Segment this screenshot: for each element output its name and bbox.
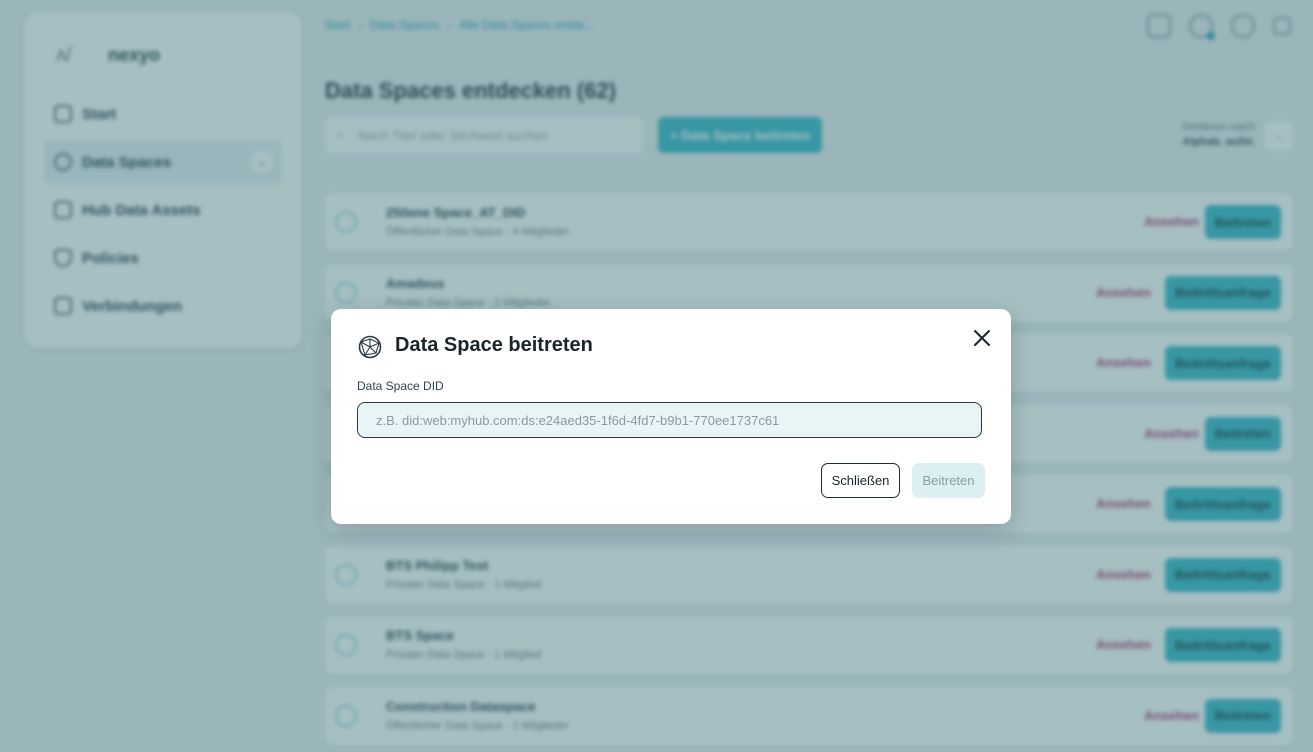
submit-join-button[interactable]: Beitreten (912, 463, 985, 498)
dialog-title: Data Space beitreten (395, 334, 593, 356)
did-field-label: Data Space DID (357, 379, 444, 393)
did-input[interactable] (357, 402, 982, 438)
close-icon[interactable] (971, 327, 993, 349)
data-space-icon (358, 335, 382, 359)
join-data-space-dialog: Data Space beitreten Data Space DID Schl… (331, 309, 1011, 524)
close-button[interactable]: Schließen (821, 463, 900, 498)
